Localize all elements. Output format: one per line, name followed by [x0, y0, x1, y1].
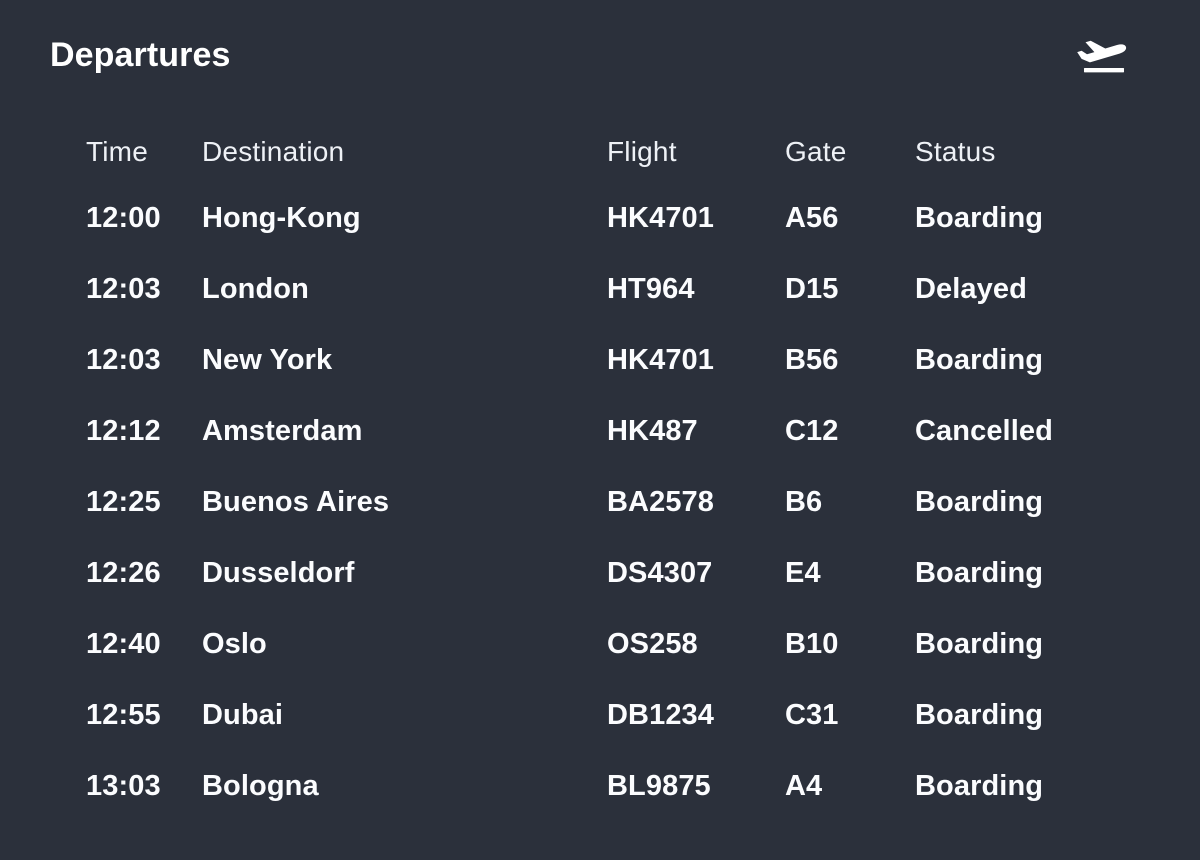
cell-destination: Amsterdam [202, 415, 363, 447]
cell-status: Boarding [915, 699, 1044, 731]
table-row[interactable]: 12:40 Oslo OS258 B10 Boarding [86, 624, 1146, 695]
cell-gate: A4 [785, 770, 823, 802]
table-row[interactable]: 12:03 London HT964 D15 Delayed [86, 269, 1146, 340]
cell-flight: OS258 [607, 628, 698, 660]
page-title: Departures [50, 36, 231, 74]
cell-destination: Dusseldorf [202, 557, 355, 589]
cell-destination: Dubai [202, 699, 284, 731]
cell-gate: D15 [785, 273, 839, 305]
cell-gate: C12 [785, 415, 839, 447]
cell-flight: HT964 [607, 273, 695, 305]
cell-time: 13:03 [86, 770, 161, 802]
table-row[interactable]: 12:26 Dusseldorf DS4307 E4 Boarding [86, 553, 1146, 624]
cell-flight: HK4701 [607, 202, 714, 234]
cell-gate: A56 [785, 202, 839, 234]
cell-destination: Oslo [202, 628, 267, 660]
cell-destination: New York [202, 344, 333, 376]
cell-flight: BA2578 [607, 486, 714, 518]
table-row[interactable]: 12:12 Amsterdam HK487 C12 Cancelled [86, 411, 1146, 482]
cell-gate: B10 [785, 628, 839, 660]
column-header-status: Status [915, 136, 996, 167]
airplane-takeoff-icon [1074, 36, 1134, 80]
cell-flight: BL9875 [607, 770, 711, 802]
cell-time: 12:40 [86, 628, 161, 660]
column-header-time: Time [86, 136, 148, 167]
cell-flight: HK487 [607, 415, 698, 447]
cell-status: Boarding [915, 557, 1044, 589]
cell-status: Boarding [915, 486, 1044, 518]
cell-flight: HK4701 [607, 344, 714, 376]
cell-status: Boarding [915, 770, 1044, 802]
cell-flight: DB1234 [607, 699, 714, 731]
table-row[interactable]: 12:00 Hong-Kong HK4701 A56 Boarding [86, 198, 1146, 269]
cell-destination: Bologna [202, 770, 319, 802]
cell-time: 12:26 [86, 557, 161, 589]
cell-time: 12:03 [86, 273, 161, 305]
cell-destination: Buenos Aires [202, 486, 390, 518]
departures-board: Departures Time Destination Flight Gate … [0, 0, 1200, 860]
cell-status: Boarding [915, 628, 1044, 660]
column-header-flight: Flight [607, 136, 677, 167]
cell-time: 12:00 [86, 202, 161, 234]
departures-table: Time Destination Flight Gate Status 12:0… [86, 132, 1146, 837]
cell-gate: E4 [785, 557, 821, 589]
table-header-row: Time Destination Flight Gate Status [86, 132, 1146, 198]
cell-gate: B56 [785, 344, 839, 376]
column-header-gate: Gate [785, 136, 847, 167]
table-row[interactable]: 12:03 New York HK4701 B56 Boarding [86, 340, 1146, 411]
cell-destination: Hong-Kong [202, 202, 361, 234]
cell-time: 12:25 [86, 486, 161, 518]
cell-flight: DS4307 [607, 557, 713, 589]
cell-gate: C31 [785, 699, 839, 731]
cell-destination: London [202, 273, 309, 305]
cell-time: 12:55 [86, 699, 161, 731]
cell-time: 12:03 [86, 344, 161, 376]
column-header-destination: Destination [202, 136, 345, 167]
cell-status: Boarding [915, 202, 1044, 234]
board-header: Departures [0, 0, 1200, 112]
cell-time: 12:12 [86, 415, 161, 447]
table-row[interactable]: 13:03 Bologna BL9875 A4 Boarding [86, 766, 1146, 837]
table-row[interactable]: 12:25 Buenos Aires BA2578 B6 Boarding [86, 482, 1146, 553]
cell-status: Boarding [915, 344, 1044, 376]
cell-status: Delayed [915, 273, 1027, 305]
cell-gate: B6 [785, 486, 823, 518]
cell-status: Cancelled [915, 415, 1053, 447]
table-row[interactable]: 12:55 Dubai DB1234 C31 Boarding [86, 695, 1146, 766]
